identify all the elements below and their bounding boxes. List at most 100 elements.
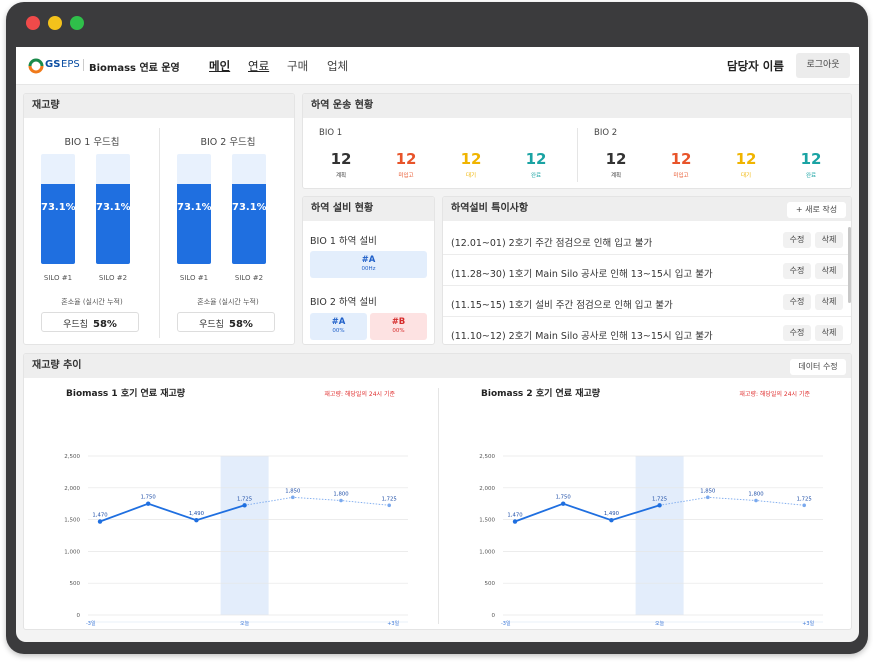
bio2-silo2-label: SILO #2 <box>234 274 264 282</box>
count-label: 미입고 <box>398 173 414 179</box>
future-label: +3일 <box>387 620 399 627</box>
note-row[interactable]: (11.15~15) 1호기 설비 주간 점검으로 인해 입고 불가 수정 삭제 <box>443 289 851 317</box>
delete-note-button[interactable]: 삭제 <box>815 232 843 248</box>
edit-note-button[interactable]: 수정 <box>783 325 811 341</box>
past-label: -3일 <box>86 620 96 627</box>
count-value: 12 <box>800 150 822 168</box>
y-tick-label: 1,500 <box>64 518 80 524</box>
logo-divider <box>83 59 84 71</box>
y-tick-label: 1,000 <box>479 549 495 555</box>
edit-note-button[interactable]: 수정 <box>783 294 811 310</box>
data-point <box>339 498 343 503</box>
logo-gs-text: GS <box>45 59 61 70</box>
delete-note-button[interactable]: 삭제 <box>815 294 843 310</box>
data-label: 1,490 <box>604 511 620 517</box>
transport-bio1-count-1: 12 미입고 <box>386 150 426 179</box>
data-point <box>387 503 392 508</box>
note-row[interactable]: (11.28~30) 1호기 Main Silo 공사로 인해 13~15시 입… <box>443 258 851 286</box>
inventory-title: 재고량 <box>24 94 294 118</box>
count-value: 12 <box>605 150 627 168</box>
data-point <box>97 519 103 524</box>
transport-bio2-label: BIO 2 <box>594 128 618 138</box>
note-row[interactable]: (11.10~12) 2호기 Main Silo 공사로 인해 13~15시 입… <box>443 320 851 344</box>
bio2-chip-b-value: 00% <box>392 328 405 334</box>
equipment-title: 하역 설비 현황 <box>303 197 434 221</box>
data-label: 1,725 <box>382 496 397 502</box>
chart-title: Biomass 2 호기 연료 재고량 <box>481 387 601 399</box>
bio2-equipment-chip-a[interactable]: #A 00% <box>310 313 367 340</box>
chart-note: 재고량: 해당일의 24시 기준 <box>739 390 810 398</box>
bio1-equipment-chip-a[interactable]: #A 00Hz <box>310 251 427 278</box>
data-point <box>291 495 295 500</box>
new-note-button[interactable]: + 새로 작성 <box>787 202 846 218</box>
minimize-window-dot[interactable] <box>48 16 62 30</box>
top-bar: GS EPS Biomass 연료 운영 메인 연료 구매 업체 담당자 이름 … <box>16 47 859 85</box>
notes-scrollbar[interactable] <box>848 227 851 303</box>
edit-data-button[interactable]: 데이터 수정 <box>790 359 846 375</box>
transport-title: 하역 운송 현황 <box>303 94 851 118</box>
data-label: 1,725 <box>652 496 667 502</box>
note-text: (11.10~12) 2호기 Main Silo 공사로 인해 13~15시 입… <box>451 331 713 342</box>
count-value: 12 <box>670 150 692 168</box>
maximize-window-dot[interactable] <box>70 16 84 30</box>
note-text: (11.15~15) 1호기 설비 주간 점검으로 인해 입고 불가 <box>451 300 673 311</box>
count-label: 완료 <box>805 173 817 179</box>
count-value: 12 <box>330 150 352 168</box>
y-tick-label: 2,000 <box>479 486 495 492</box>
count-label: 대기 <box>740 173 752 179</box>
nav-purchase[interactable]: 구매 <box>287 58 308 74</box>
nav-main[interactable]: 메인 <box>209 58 230 74</box>
biomass1-stock-chart: Biomass 1 호기 연료 재고량 재고량: 해당일의 24시 기준 0 500 1… <box>64 387 408 627</box>
bio1-chip-a-name: #A <box>361 255 376 265</box>
bio2-silo1-level: 73.1% <box>177 202 212 213</box>
bio2-equipment-label: BIO 2 하역 설비 <box>310 297 377 308</box>
y-tick-label: 2,500 <box>479 454 495 460</box>
data-point <box>706 495 710 500</box>
bio2-chip-a-name: #A <box>331 317 346 327</box>
chart-title: Biomass 1 호기 연료 재고량 <box>66 387 186 399</box>
bio1-silo1-tank: 73.1% <box>41 154 76 264</box>
delete-note-button[interactable]: 삭제 <box>815 325 843 341</box>
data-point <box>561 501 566 506</box>
data-point <box>512 519 518 524</box>
data-label: 1,850 <box>700 488 716 494</box>
nav-vendor[interactable]: 업체 <box>327 58 348 74</box>
bio1-silo1-label: SILO #1 <box>43 274 73 282</box>
data-label: 1,750 <box>556 495 572 501</box>
data-label: 1,470 <box>507 513 523 519</box>
edit-note-button[interactable]: 수정 <box>783 263 811 279</box>
note-row[interactable]: (12.01~01) 2호기 주간 점검으로 인해 입고 불가 수정 삭제 <box>443 227 851 255</box>
bio1-mix-value: 58% <box>93 319 117 330</box>
y-tick-label: 0 <box>492 613 496 619</box>
note-text: (11.28~30) 1호기 Main Silo 공사로 인해 13~15시 입… <box>451 269 713 280</box>
equipment-panel: 하역 설비 현황 BIO 1 하역 설비 #A 00Hz BIO 2 하역 설비… <box>302 196 435 345</box>
bio1-mix-box: 우드칩 58% <box>41 312 139 332</box>
data-point <box>802 503 806 508</box>
notes-panel: 하역설비 특이사항 + 새로 작성 (12.01~01) 2호기 주간 점검으로… <box>442 196 852 345</box>
bio2-chip-b-name: #B <box>391 317 406 327</box>
count-label: 계획 <box>610 173 622 179</box>
transport-bio2-count-2: 12 대기 <box>726 150 766 179</box>
bio1-mix-label: 혼소율 (실시간 누적) <box>61 298 123 306</box>
delete-note-button[interactable]: 삭제 <box>815 263 843 279</box>
biomass2-stock-chart: Biomass 2 호기 연료 재고량 재고량: 해당일의 24시 기준 0 500 1… <box>479 387 823 627</box>
today-highlight-band <box>635 456 684 615</box>
edit-note-button[interactable]: 수정 <box>783 232 811 248</box>
bio1-silo2-tank: 73.1% <box>96 154 131 264</box>
bio2-silo1-tank: 73.1% <box>177 154 212 264</box>
transport-bio1-count-2: 12 대기 <box>451 150 491 179</box>
y-tick-label: 500 <box>70 581 81 587</box>
count-value: 12 <box>395 150 417 168</box>
bio2-mix-text: 우드칩 <box>199 320 224 330</box>
future-label: +3일 <box>802 620 814 627</box>
logout-button[interactable]: 로그아웃 <box>796 53 850 78</box>
data-label: 1,490 <box>189 511 205 517</box>
data-point <box>657 503 662 508</box>
bio2-equipment-chip-b[interactable]: #B 00% <box>370 313 427 340</box>
bio2-mix-box: 우드칩 58% <box>177 312 275 332</box>
close-window-dot[interactable] <box>26 16 40 30</box>
nav-fuel[interactable]: 연료 <box>248 58 269 74</box>
data-label: 1,725 <box>797 496 812 502</box>
bio1-mix-text: 우드칩 <box>63 320 88 330</box>
gs-logo-icon <box>28 58 44 74</box>
